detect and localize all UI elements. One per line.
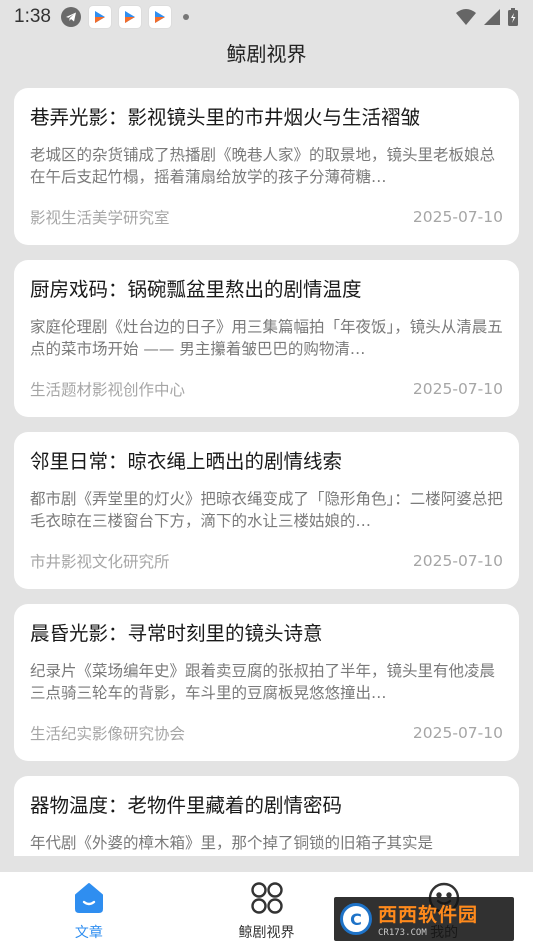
home-icon <box>71 880 107 916</box>
article-summary: 老城区的杂货铺成了热播剧《晚巷人家》的取景地，镜头里老板娘总在午后支起竹榻，摇着… <box>30 146 496 186</box>
article-card[interactable]: 晨昏光影：寻常时刻里的镜头诗意 纪录片《菜场编年史》跟着卖豆腐的张叔拍了半年，镜… <box>14 604 519 761</box>
watermark-logo: C 西西软件园 CR173.COM <box>334 897 514 941</box>
article-footer: 生活题材影视创作中心 2025-07-10 <box>30 378 503 400</box>
battery-icon <box>508 8 518 26</box>
article-source: 生活题材影视创作中心 <box>30 381 186 399</box>
watermark-url: CR173.COM <box>378 928 427 938</box>
article-source: 影视生活美学研究室 <box>30 209 170 227</box>
nav-label-articles: 文章 <box>74 925 103 941</box>
watermark-badge-icon: C <box>340 903 372 935</box>
article-title: 晨昏光影：寻常时刻里的镜头诗意 <box>30 622 323 645</box>
article-title: 厨房戏码：锅碗瓢盆里熬出的剧情温度 <box>30 278 362 301</box>
article-summary: 年代剧《外婆的樟木箱》里，那个掉了铜锁的旧箱子其实是 <box>30 834 434 852</box>
article-footer: 市井影视文化研究所 2025-07-10 <box>30 550 503 572</box>
article-date: 2025-07-10 <box>412 208 503 226</box>
article-footer: 生活纪实影像研究协会 2025-07-10 <box>30 722 503 744</box>
status-time: 1:38 <box>14 6 51 27</box>
article-title: 巷弄光影：影视镜头里的市井烟火与生活褶皱 <box>30 106 421 129</box>
article-source: 市井影视文化研究所 <box>30 553 170 571</box>
watermark-brand: 西西软件园 <box>378 904 479 926</box>
grid-icon <box>249 880 285 916</box>
article-card[interactable]: 邻里日常：晾衣绳上晒出的剧情线索 都市剧《弄堂里的灯火》把晾衣绳变成了「隐形角色… <box>14 432 519 589</box>
article-title: 器物温度：老物件里藏着的剧情密码 <box>30 794 343 817</box>
notification-icons <box>60 6 189 28</box>
article-date: 2025-07-10 <box>412 724 503 742</box>
system-icons <box>455 7 519 27</box>
article-date: 2025-07-10 <box>412 380 503 398</box>
nav-label-whale-drama: 鲸剧视界 <box>238 925 295 941</box>
app-notification-icon <box>118 6 141 28</box>
article-card[interactable]: 器物温度：老物件里藏着的剧情密码 年代剧《外婆的樟木箱》里，那个掉了铜锁的旧箱子… <box>14 776 519 856</box>
article-card[interactable]: 厨房戏码：锅碗瓢盆里熬出的剧情温度 家庭伦理剧《灶台边的日子》用三集篇幅拍「年夜… <box>14 260 519 417</box>
status-bar: 1:38 <box>0 0 533 34</box>
more-notifications-dot-icon <box>182 14 189 20</box>
article-footer: 影视生活美学研究室 2025-07-10 <box>30 206 503 228</box>
article-summary: 家庭伦理剧《灶台边的日子》用三集篇幅拍「年夜饭」，镜头从清晨五点的菜市场开始 —… <box>30 318 503 358</box>
nav-tab-whale-drama[interactable]: 鲸剧视界 <box>178 872 356 950</box>
page-title: 鲸剧视界 <box>226 42 307 66</box>
app-notification-icon <box>88 6 111 28</box>
article-card[interactable]: 巷弄光影：影视镜头里的市井烟火与生活褶皱 老城区的杂货铺成了热播剧《晚巷人家》的… <box>14 88 519 245</box>
article-date: 2025-07-10 <box>412 552 503 570</box>
wifi-icon <box>456 9 476 25</box>
article-summary: 纪录片《菜场编年史》跟着卖豆腐的张叔拍了半年，镜头里有他凌晨三点骑三轮车的背影，… <box>30 662 496 702</box>
article-title: 邻里日常：晾衣绳上晒出的剧情线索 <box>30 450 343 473</box>
article-list[interactable]: 巷弄光影：影视镜头里的市井烟火与生活褶皱 老城区的杂货铺成了热播剧《晚巷人家》的… <box>14 88 519 856</box>
app-notification-icon <box>148 6 171 28</box>
article-summary: 都市剧《弄堂里的灯火》把晾衣绳变成了「隐形角色」：二楼阿婆总把毛衣晾在三楼窗台下… <box>30 490 503 530</box>
article-source: 生活纪实影像研究协会 <box>30 725 186 743</box>
telegram-icon <box>60 7 81 27</box>
nav-tab-articles[interactable]: 文章 <box>0 872 178 950</box>
signal-icon <box>484 9 500 25</box>
